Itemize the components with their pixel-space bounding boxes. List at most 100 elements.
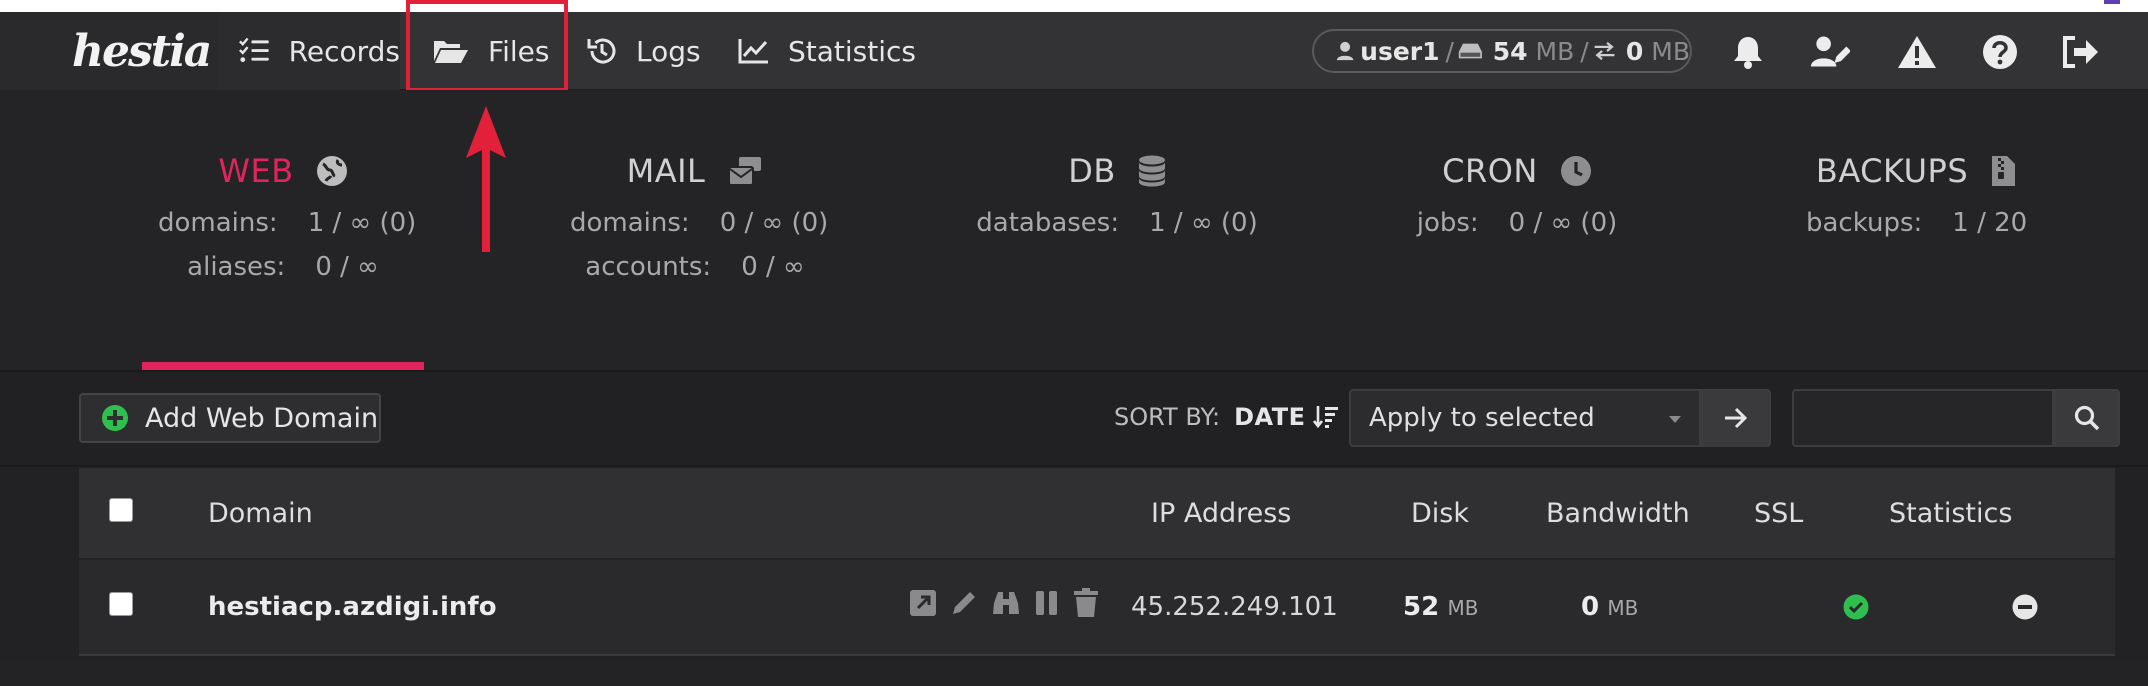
user-icon xyxy=(1336,41,1354,61)
add-web-domain-button[interactable]: Add Web Domain xyxy=(79,393,381,443)
stat-mail[interactable]: MAIL domains: 0 / ∞ (0) accounts: 0 / ∞ xyxy=(570,152,828,282)
stat-label: accounts: xyxy=(585,252,712,282)
stat-cron-title: CRON xyxy=(1412,152,1622,190)
stat-db-row-1: databases: 1 / ∞ (0) xyxy=(972,208,1262,238)
stat-db-title: DB xyxy=(972,152,1262,190)
user-usage-pill[interactable]: user1 / 54 MB / 0 MB xyxy=(1312,29,1692,73)
sort-by-control[interactable]: SORT BY: DATE xyxy=(1114,403,1339,431)
apply-action-button[interactable] xyxy=(1701,389,1771,447)
separator-2: / xyxy=(1580,36,1589,66)
stat-web-title: WEB xyxy=(158,152,408,190)
logout-button[interactable] xyxy=(2060,32,2100,72)
stat-label: aliases: xyxy=(187,252,286,282)
sort-amount-down-icon xyxy=(1313,406,1339,429)
nav-records[interactable]: Records xyxy=(218,12,400,90)
bandwidth-usage: 0 MB xyxy=(1581,592,1638,622)
bulk-action-selected: Apply to selected xyxy=(1369,403,1595,433)
trash-icon xyxy=(1074,588,1098,617)
add-web-domain-label: Add Web Domain xyxy=(145,402,379,434)
help-icon xyxy=(1983,35,2017,69)
help-button[interactable] xyxy=(1980,32,2020,72)
header-ssl[interactable]: SSL xyxy=(1754,498,1803,529)
chart-line-icon xyxy=(738,39,768,64)
select-all-checkbox[interactable] xyxy=(109,498,133,522)
stat-value: 0 / ∞ xyxy=(315,252,379,282)
notifications-button[interactable] xyxy=(1728,32,1768,72)
stat-value: 1 / 20 xyxy=(1952,208,2028,238)
edit-domain-button[interactable] xyxy=(950,589,978,617)
stat-web[interactable]: WEB domains: 1 / ∞ (0) aliases: 0 / ∞ xyxy=(158,152,416,282)
stat-cron[interactable]: CRON jobs: 0 / ∞ (0) xyxy=(1412,152,1622,238)
nav-statistics[interactable]: Statistics xyxy=(738,12,916,90)
suspend-domain-button[interactable] xyxy=(1034,589,1060,617)
window-accent xyxy=(2104,0,2120,4)
disk-usage-unit: MB xyxy=(1535,36,1575,66)
row-checkbox[interactable] xyxy=(109,592,133,616)
domains-table: Domain IP Address Disk Bandwidth SSL Sta… xyxy=(79,468,2115,668)
bulk-action-select[interactable]: Apply to selected xyxy=(1349,389,1701,447)
list-toolbar: Add Web Domain SORT BY: DATE Apply to se… xyxy=(0,373,2148,467)
stat-cron-title-text: CRON xyxy=(1442,152,1538,190)
separator-1: / xyxy=(1445,36,1454,66)
header-domain[interactable]: Domain xyxy=(208,498,313,529)
header-ip-address[interactable]: IP Address xyxy=(1151,498,1291,529)
bell-icon xyxy=(1734,37,1762,69)
nav-statistics-label: Statistics xyxy=(788,34,916,68)
stat-cron-row-1: jobs: 0 / ∞ (0) xyxy=(1412,208,1622,238)
nav-records-label: Records xyxy=(288,34,400,68)
pencil-icon xyxy=(953,592,975,614)
domain-name-text: hestiacp.azdigi.info xyxy=(208,592,497,622)
sort-by-value: DATE xyxy=(1234,403,1306,431)
external-link-square-icon xyxy=(910,590,936,616)
page-footer-area xyxy=(0,660,2148,686)
open-external-button[interactable] xyxy=(909,589,937,617)
active-tab-underline xyxy=(142,362,424,370)
stat-label: domains: xyxy=(570,208,690,238)
stat-backups[interactable]: BACKUPS backups: 1 / 20 xyxy=(1806,152,2028,238)
stat-mail-row-1: domains: 0 / ∞ (0) xyxy=(570,208,828,238)
view-logs-button[interactable] xyxy=(991,589,1021,617)
nav-logs-label: Logs xyxy=(636,34,701,68)
nav-logs[interactable]: Logs xyxy=(586,12,701,90)
stat-db-title-text: DB xyxy=(1068,152,1116,190)
sort-by-label: SORT BY: xyxy=(1114,403,1221,431)
user-edit-icon xyxy=(1810,36,1850,67)
row-actions xyxy=(909,588,1112,618)
stat-value: 0 / ∞ xyxy=(741,252,805,282)
exchange-icon xyxy=(1594,41,1615,61)
bandwidth-usage-unit: MB xyxy=(1651,36,1690,66)
search-input[interactable] xyxy=(1792,389,2054,447)
delete-domain-button[interactable] xyxy=(1073,588,1099,618)
ip-address: 45.252.249.101 xyxy=(1131,592,1338,622)
hestia-logo[interactable]: hestia xyxy=(72,18,212,84)
domain-name[interactable]: hestiacp.azdigi.info xyxy=(208,592,497,622)
stat-backups-title-text: BACKUPS xyxy=(1815,152,1969,190)
check-circle-icon xyxy=(1843,594,1869,620)
warnings-button[interactable] xyxy=(1897,32,1937,72)
stat-value: 0 / ∞ (0) xyxy=(719,208,829,238)
stat-label: jobs: xyxy=(1416,208,1479,238)
search-icon xyxy=(2074,405,2100,431)
edit-user-button[interactable] xyxy=(1810,32,1850,72)
stat-web-row-1: domains: 1 / ∞ (0) xyxy=(158,208,416,238)
window-top-strip xyxy=(0,0,2148,12)
table-row: hestiacp.azdigi.info 45.252.249.101 52 M… xyxy=(79,560,2115,656)
hdd-icon xyxy=(1458,43,1482,59)
disk-usage: 52 MB xyxy=(1403,592,1478,622)
clock-icon xyxy=(1560,156,1591,186)
stat-label: backups: xyxy=(1806,208,1923,238)
header-bandwidth[interactable]: Bandwidth xyxy=(1546,498,1690,529)
disk-usage-value: 54 xyxy=(1492,36,1528,66)
top-navbar: hestia Records Files Logs Statistics use… xyxy=(0,12,2148,90)
header-disk[interactable]: Disk xyxy=(1411,498,1469,529)
arrow-right-icon xyxy=(1725,407,1748,429)
disk-unit: MB xyxy=(1447,596,1479,620)
list-icon xyxy=(239,37,269,63)
chevron-down-icon xyxy=(1669,416,1681,423)
file-archive-icon xyxy=(1992,156,2016,186)
stat-db[interactable]: DB databases: 1 / ∞ (0) xyxy=(972,152,1262,238)
search-button[interactable] xyxy=(2054,389,2120,447)
bandwidth-unit: MB xyxy=(1607,596,1639,620)
header-statistics[interactable]: Statistics xyxy=(1889,498,2012,529)
stat-web-row-2: aliases: 0 / ∞ xyxy=(158,252,408,282)
